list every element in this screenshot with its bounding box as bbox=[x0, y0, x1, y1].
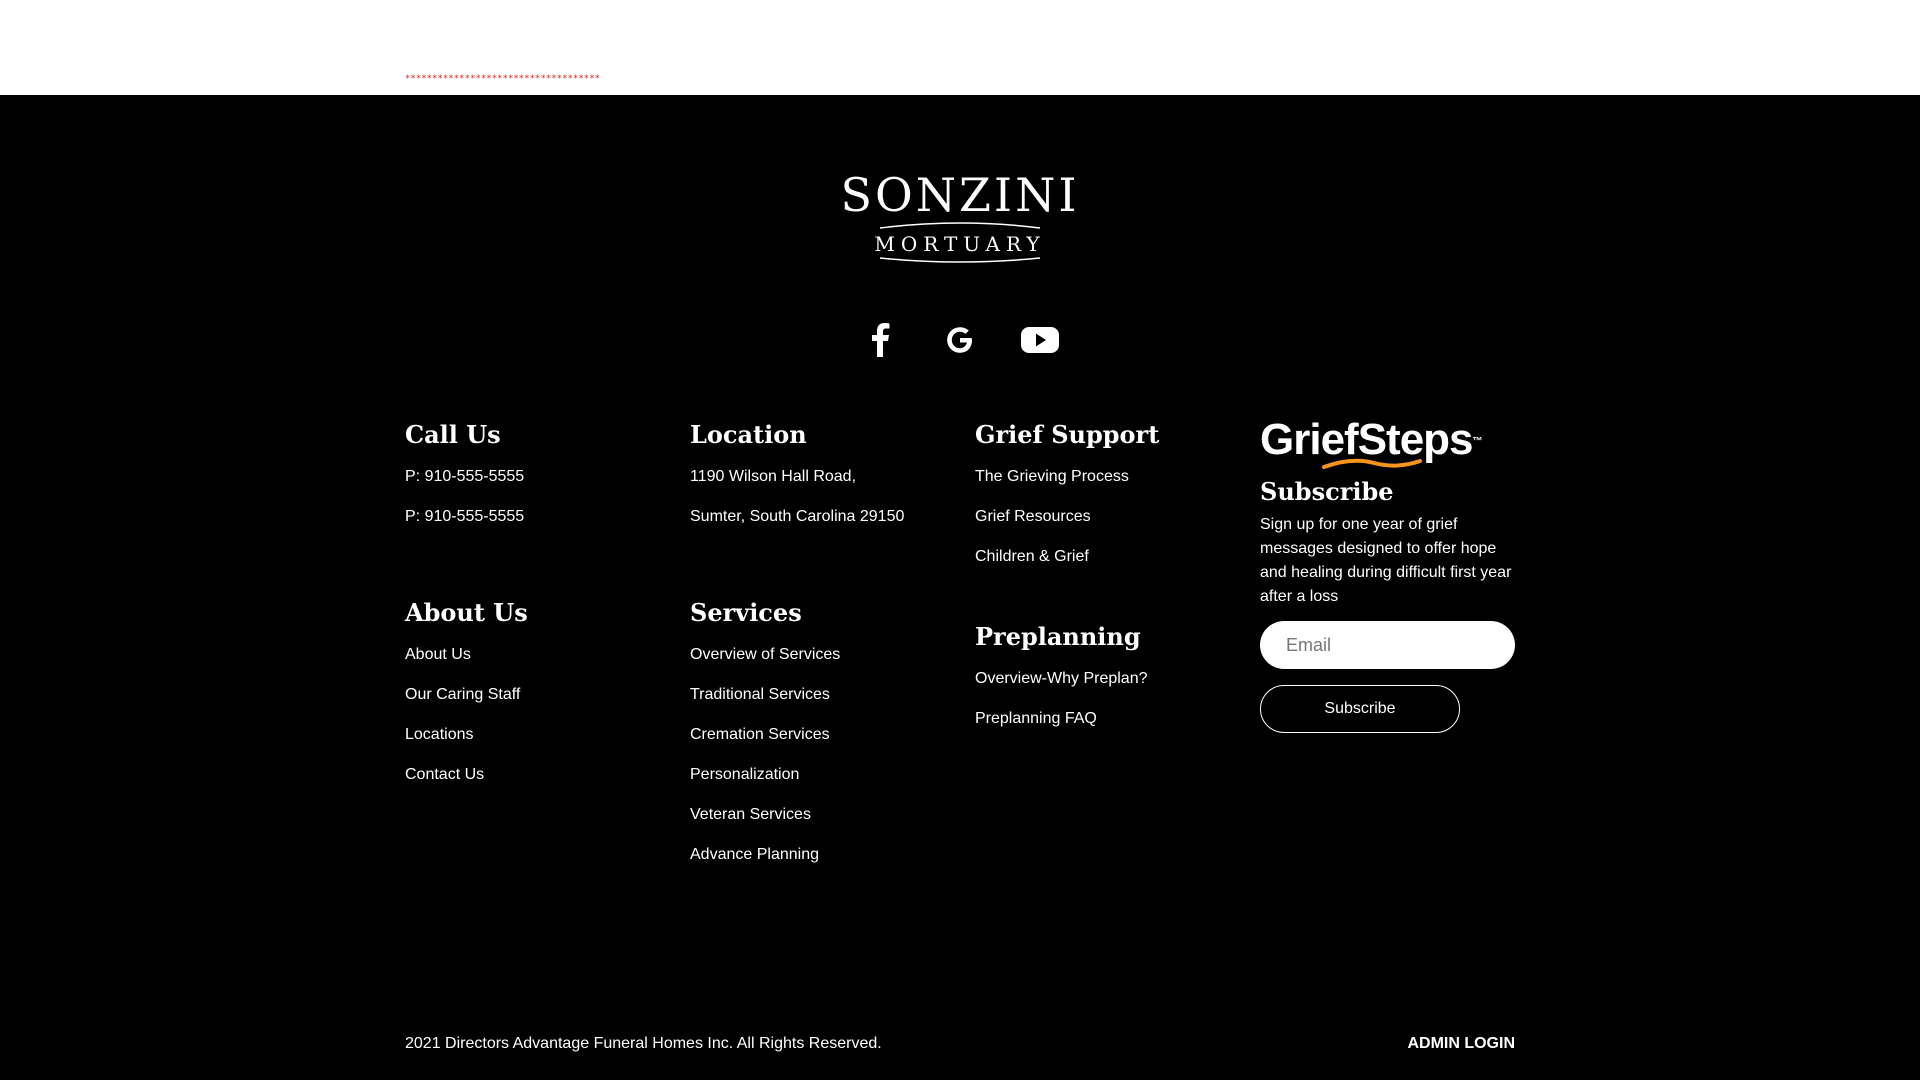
services-heading: Services bbox=[690, 598, 802, 627]
services-link-personalization[interactable]: Personalization bbox=[690, 765, 840, 785]
services-link-cremation[interactable]: Cremation Services bbox=[690, 725, 840, 745]
contact-us-link[interactable]: Contact Us bbox=[405, 765, 528, 785]
subscribe-description: Sign up for one year of grief messages d… bbox=[1260, 516, 1512, 605]
phone-link[interactable]: P: 910-555-5555 bbox=[405, 467, 524, 487]
phone-link[interactable]: P: 910-555-5555 bbox=[405, 507, 524, 527]
preplanning-link-faq[interactable]: Preplanning FAQ bbox=[975, 709, 1148, 729]
address-line[interactable]: Sumter, South Carolina 29150 bbox=[690, 507, 904, 527]
grief-support-link-resources[interactable]: Grief Resources bbox=[975, 507, 1159, 527]
subscribe-button[interactable]: Subscribe bbox=[1260, 685, 1460, 733]
griefsteps-swoosh bbox=[1322, 458, 1422, 469]
social-links bbox=[0, 320, 1920, 360]
services-link-advance-planning[interactable]: Advance Planning bbox=[690, 845, 840, 865]
grief-support-column: Grief Support The Grieving Process Grief… bbox=[975, 420, 1159, 567]
logo-sub-text: MORTUARY bbox=[874, 232, 1046, 256]
decorative-dots: ************************************ bbox=[405, 74, 601, 84]
about-us-column: About Us About Us Our Caring Staff Locat… bbox=[405, 598, 528, 785]
services-link-overview[interactable]: Overview of Services bbox=[690, 645, 840, 665]
admin-login-link[interactable]: ADMIN LOGIN bbox=[1407, 1034, 1515, 1054]
location-column: Location 1190 Wilson Hall Road, Sumter, … bbox=[690, 420, 904, 527]
services-column: Services Overview of Services Traditiona… bbox=[690, 598, 840, 865]
call-us-column: Call Us P: 910-555-5555 P: 910-555-5555 bbox=[405, 420, 524, 527]
locations-link[interactable]: Locations bbox=[405, 725, 528, 745]
griefsteps-column: GriefSteps™ Subscribe Sign up for one ye… bbox=[1260, 417, 1520, 733]
caring-staff-link[interactable]: Our Caring Staff bbox=[405, 685, 528, 705]
subscribe-heading: Subscribe bbox=[1260, 477, 1394, 506]
facebook-icon[interactable] bbox=[860, 320, 900, 360]
copyright-text: 2021 Directors Advantage Funeral Homes I… bbox=[405, 1035, 882, 1052]
logo-main-text: SONZINI bbox=[840, 168, 1080, 222]
email-input[interactable] bbox=[1260, 621, 1515, 669]
grief-support-link-grieving-process[interactable]: The Grieving Process bbox=[975, 467, 1159, 487]
services-link-traditional[interactable]: Traditional Services bbox=[690, 685, 840, 705]
trademark-symbol: ™ bbox=[1472, 436, 1483, 447]
about-us-heading: About Us bbox=[405, 598, 528, 627]
top-band: ************************************ bbox=[0, 0, 1920, 95]
grief-support-heading: Grief Support bbox=[975, 420, 1160, 449]
preplanning-link-overview[interactable]: Overview-Why Preplan? bbox=[975, 669, 1148, 689]
preplanning-column: Preplanning Overview-Why Preplan? Prepla… bbox=[975, 622, 1148, 729]
address-line[interactable]: 1190 Wilson Hall Road, bbox=[690, 467, 904, 487]
grief-support-link-children[interactable]: Children & Grief bbox=[975, 547, 1159, 567]
griefsteps-logo[interactable]: GriefSteps™ bbox=[1260, 417, 1520, 469]
services-link-veteran[interactable]: Veteran Services bbox=[690, 805, 840, 825]
youtube-icon[interactable] bbox=[1020, 320, 1060, 360]
logo-swoosh-bottom bbox=[879, 257, 1041, 263]
sonzini-logo[interactable]: SONZINI MORTUARY bbox=[0, 170, 1920, 266]
preplanning-heading: Preplanning bbox=[975, 622, 1141, 651]
call-us-heading: Call Us bbox=[405, 420, 501, 449]
location-heading: Location bbox=[690, 420, 807, 449]
about-us-link[interactable]: About Us bbox=[405, 645, 528, 665]
google-icon[interactable] bbox=[940, 320, 980, 360]
